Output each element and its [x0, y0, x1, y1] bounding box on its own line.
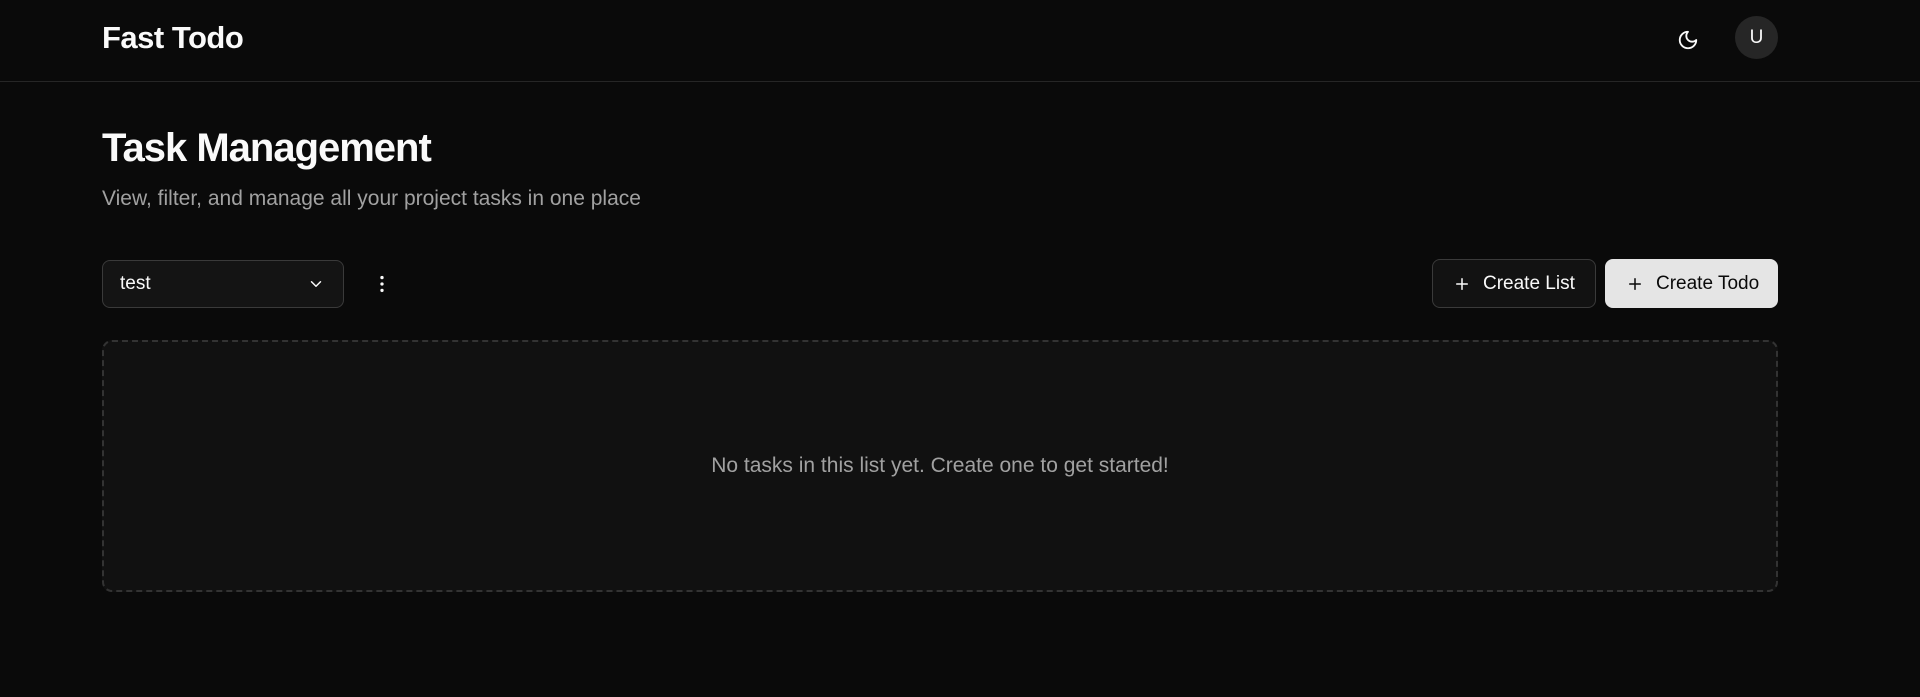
- create-list-button[interactable]: Create List: [1432, 259, 1596, 308]
- list-select-value: test: [120, 273, 151, 294]
- create-todo-label: Create Todo: [1656, 272, 1760, 294]
- theme-toggle-button[interactable]: [1668, 20, 1708, 60]
- create-todo-button[interactable]: Create Todo: [1605, 259, 1778, 308]
- list-select[interactable]: test: [102, 260, 344, 308]
- empty-state-message: No tasks in this list yet. Create one to…: [711, 454, 1169, 477]
- create-list-label: Create List: [1483, 272, 1575, 294]
- vertical-ellipsis-icon: [380, 275, 384, 293]
- plus-icon: [1456, 277, 1468, 290]
- list-options-button[interactable]: [360, 262, 404, 306]
- empty-task-list: No tasks in this list yet. Create one to…: [102, 340, 1778, 592]
- app-brand[interactable]: Fast Todo: [102, 20, 244, 56]
- chevron-down-icon: [310, 281, 322, 287]
- page-subtitle: View, filter, and manage all your projec…: [102, 187, 641, 210]
- plus-icon: [1629, 277, 1641, 290]
- moon-icon: [1678, 30, 1698, 50]
- app-header: Fast Todo U: [0, 0, 1920, 82]
- user-avatar[interactable]: U: [1735, 16, 1778, 59]
- page-title: Task Management: [102, 126, 432, 170]
